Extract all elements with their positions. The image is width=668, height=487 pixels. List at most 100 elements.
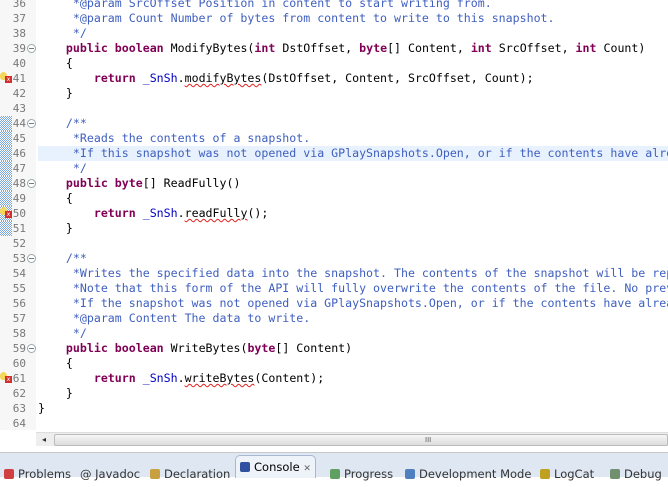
keyword: boolean — [114, 41, 164, 55]
fold-collapse-icon[interactable] — [27, 254, 36, 263]
code-line[interactable]: 38 */ — [0, 26, 668, 41]
code-line[interactable]: 56 *If the snapshot was not opened via G… — [0, 296, 668, 311]
code-text[interactable]: *Writes the specified data into the snap… — [38, 266, 668, 281]
code-line[interactable]: 58 */ — [0, 326, 668, 341]
scroll-left-arrow-icon[interactable]: ◂ — [38, 433, 50, 446]
code-text[interactable]: { — [38, 56, 668, 71]
code-line[interactable]: 54 *Writes the specified data into the s… — [0, 266, 668, 281]
code-line[interactable]: 53 /** — [0, 251, 668, 266]
line-number: 36 — [12, 0, 26, 10]
code-text[interactable]: *@param SrcOffset Position in content to… — [38, 0, 668, 11]
code-line[interactable]: 64 — [0, 416, 668, 430]
code-text[interactable]: */ — [38, 26, 668, 41]
debug-icon — [610, 469, 620, 479]
line-number: 45 — [12, 132, 26, 145]
fold-collapse-icon[interactable] — [27, 44, 36, 53]
error-icon[interactable]: x — [5, 211, 12, 218]
code-line[interactable]: 39 public boolean ModifyBytes(int DstOff… — [0, 41, 668, 56]
code-text[interactable]: public boolean ModifyBytes(int DstOffset… — [38, 41, 668, 56]
tab-debug[interactable]: Debug — [610, 461, 662, 481]
line-number: 39 — [12, 42, 26, 55]
code-line[interactable]: 60 { — [0, 356, 668, 371]
code-line[interactable]: 51 } — [0, 221, 668, 236]
code-text[interactable]: { — [38, 356, 668, 371]
line-number: 56 — [12, 297, 26, 310]
code-text[interactable]: } — [38, 221, 668, 236]
code-line[interactable]: 61 x return _SnSh.writeBytes(Content); — [0, 371, 668, 386]
code-text[interactable]: /** — [38, 116, 668, 131]
fold-collapse-icon[interactable] — [27, 179, 36, 188]
code-text[interactable]: return _SnSh.modifyBytes(DstOffset, Cont… — [38, 71, 668, 86]
code-line[interactable]: 55 *Note that this form of the API will … — [0, 281, 668, 296]
code-text[interactable]: *Note that this form of the API will ful… — [38, 281, 668, 296]
scrollbar-thumb[interactable]: III — [54, 434, 668, 446]
code-text[interactable]: *If the snapshot was not opened via GPla… — [38, 296, 668, 311]
code-text[interactable]: public boolean WriteBytes(byte[] Content… — [38, 341, 668, 356]
code-text[interactable]: } — [38, 386, 668, 401]
tab-logcat[interactable]: LogCat — [540, 461, 594, 481]
tab-declaration[interactable]: Declaration — [150, 461, 230, 481]
fold-collapse-icon[interactable] — [27, 119, 36, 128]
error-icon[interactable]: x — [5, 76, 12, 83]
declaration-icon — [150, 469, 160, 479]
code-text[interactable]: } — [38, 401, 668, 416]
code-line[interactable]: 45 *Reads the contents of a snapshot. — [0, 131, 668, 146]
code-text[interactable]: { — [38, 191, 668, 206]
code-token: [] ReadFully() — [142, 176, 241, 190]
code-line[interactable]: 40 { — [0, 56, 668, 71]
code-line[interactable]: 63} — [0, 401, 668, 416]
tab-javadoc[interactable]: @ Javadoc — [80, 461, 140, 481]
code-text[interactable]: */ — [38, 161, 668, 176]
code-token: { — [38, 356, 73, 370]
line-number: 48 — [12, 177, 26, 190]
code-text[interactable]: *Reads the contents of a snapshot. — [38, 131, 668, 146]
code-line[interactable]: 62 } — [0, 386, 668, 401]
comment: *Writes the specified data into the snap… — [38, 266, 668, 280]
code-token: } — [38, 86, 73, 100]
line-number: 62 — [12, 387, 26, 400]
code-line[interactable]: 59 public boolean WriteBytes(byte[] Cont… — [0, 341, 668, 356]
code-line[interactable]: 43 — [0, 101, 668, 116]
fold-collapse-icon[interactable] — [27, 344, 36, 353]
code-line[interactable]: 48 public byte[] ReadFully() — [0, 176, 668, 191]
keyword: byte — [114, 176, 143, 190]
code-line[interactable]: 49 { — [0, 191, 668, 206]
close-icon[interactable]: ✕ — [303, 464, 311, 474]
code-editor[interactable]: 36 *@param SrcOffset Position in content… — [0, 0, 668, 430]
horizontal-scrollbar[interactable]: ◂ III — [36, 432, 668, 446]
code-text[interactable]: /** — [38, 251, 668, 266]
line-number: 57 — [12, 312, 26, 325]
code-text[interactable]: *If this snapshot was not opened via GPl… — [38, 146, 668, 161]
code-text[interactable] — [38, 236, 668, 251]
code-line[interactable]: 41 x return _SnSh.modifyBytes(DstOffset, … — [0, 71, 668, 86]
code-token: ModifyBytes( — [163, 41, 255, 55]
code-token: DstOffset, — [275, 41, 360, 55]
code-line[interactable]: 50 x return _SnSh.readFully(); — [0, 206, 668, 221]
tab-console[interactable]: Console ✕ — [235, 455, 316, 478]
code-text[interactable]: *@param Count Number of bytes from conte… — [38, 11, 668, 26]
line-number: 40 — [12, 57, 26, 70]
code-text[interactable]: *@param Content The data to write. — [38, 311, 668, 326]
error-icon[interactable]: x — [5, 376, 12, 383]
code-line[interactable]: 44 /** — [0, 116, 668, 131]
tab-development-mode[interactable]: Development Mode — [405, 461, 531, 481]
scrollbar-grip: III — [425, 436, 432, 444]
code-text[interactable]: } — [38, 86, 668, 101]
code-line[interactable]: 47 */ — [0, 161, 668, 176]
code-line[interactable]: 36 *@param SrcOffset Position in content… — [0, 0, 668, 11]
code-line[interactable]: 46 *If this snapshot was not opened via … — [0, 146, 668, 161]
code-line[interactable]: 52 — [0, 236, 668, 251]
code-line[interactable]: 57 *@param Content The data to write. — [0, 311, 668, 326]
code-line[interactable]: 37 *@param Count Number of bytes from co… — [0, 11, 668, 26]
code-text[interactable]: public byte[] ReadFully() — [38, 176, 668, 191]
tab-problems[interactable]: Problems — [4, 461, 71, 481]
code-text[interactable]: */ — [38, 326, 668, 341]
code-text[interactable] — [38, 416, 668, 430]
tab-progress[interactable]: Progress — [330, 461, 393, 481]
code-line[interactable]: 42 } — [0, 86, 668, 101]
code-text[interactable] — [38, 101, 668, 116]
code-text[interactable]: return _SnSh.writeBytes(Content); — [38, 371, 668, 386]
code-text[interactable]: return _SnSh.readFully(); — [38, 206, 668, 221]
